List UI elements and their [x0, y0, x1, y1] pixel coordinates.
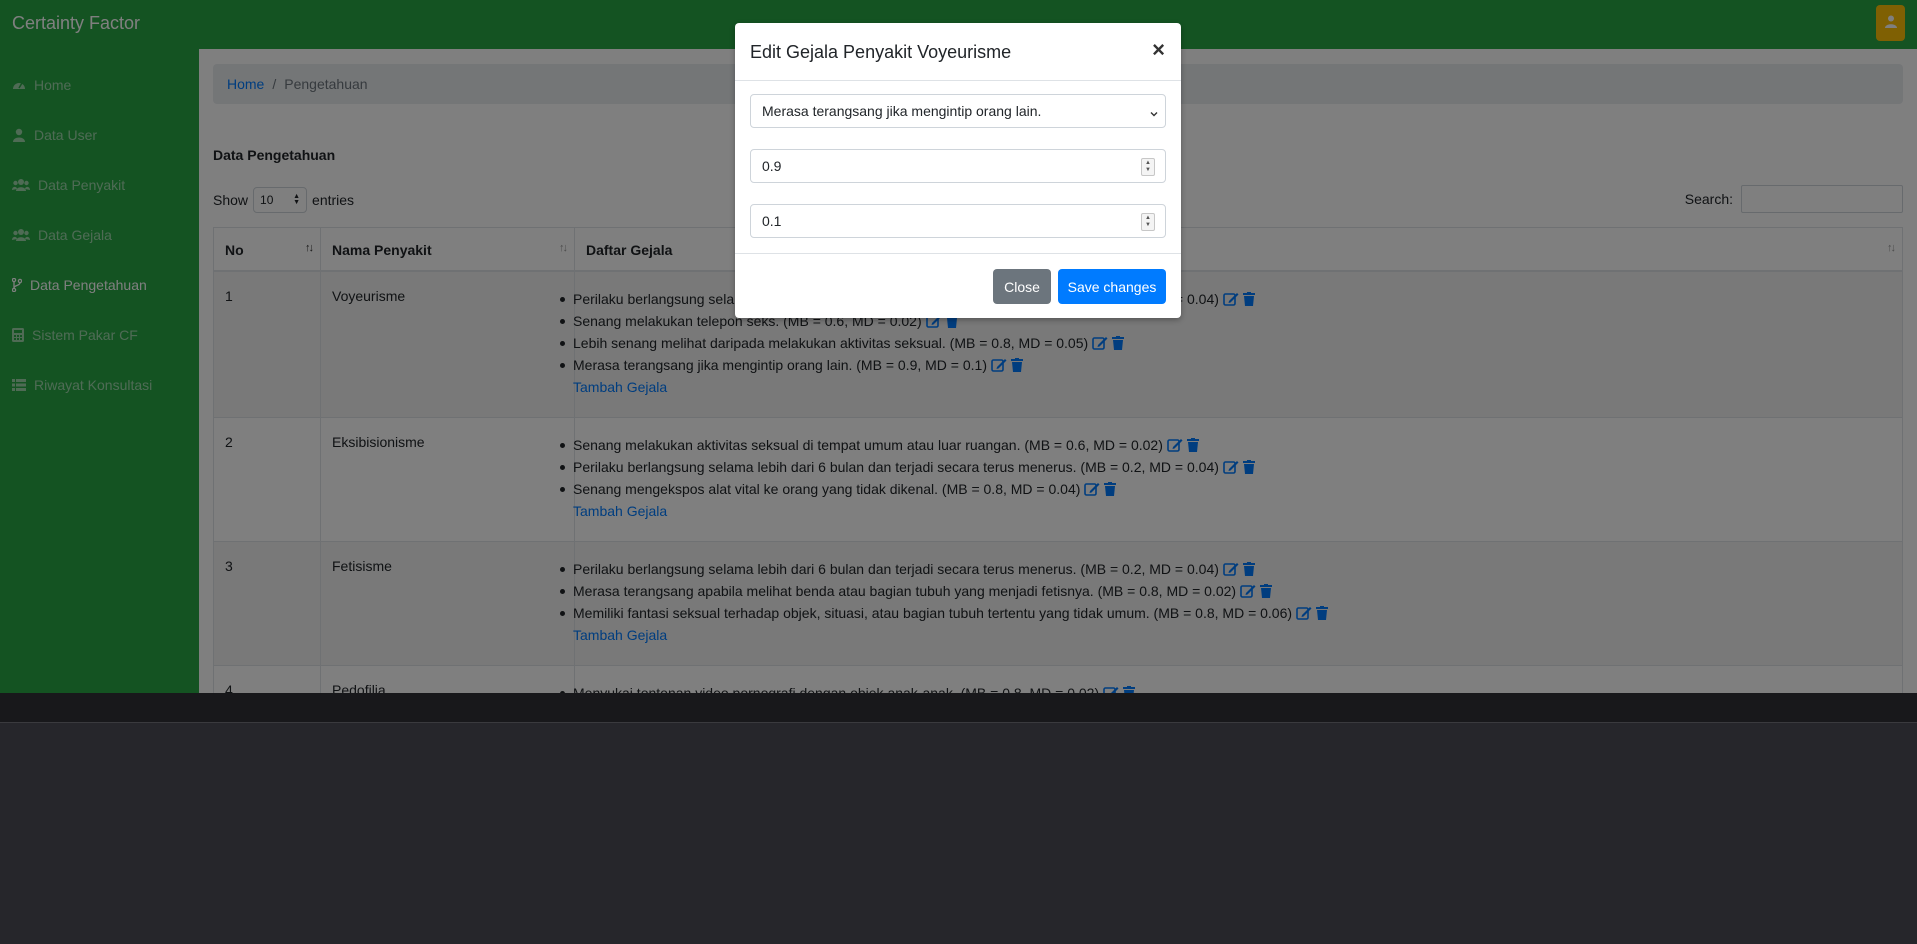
modal-title: Edit Gejala Penyakit Voyeurisme	[750, 42, 1012, 62]
bottom-panel-bar	[0, 693, 1917, 723]
chevron-down-icon	[1149, 106, 1159, 122]
modal-footer-divider	[735, 253, 1181, 255]
close-button[interactable]: Close	[993, 269, 1051, 304]
md-value: 0.1	[762, 213, 782, 229]
number-spinner-icon[interactable]: ▲ ▼	[1141, 158, 1155, 176]
gejala-select-value: Merasa terangsang jika mengintip orang l…	[762, 103, 1042, 119]
modal-header: Edit Gejala Penyakit Voyeurisme ×	[735, 23, 1181, 81]
close-icon[interactable]: ×	[1152, 37, 1165, 63]
edit-gejala-modal: Edit Gejala Penyakit Voyeurisme × Merasa…	[735, 23, 1181, 318]
mb-value: 0.9	[762, 158, 782, 174]
save-changes-button[interactable]: Save changes	[1058, 269, 1166, 304]
md-input[interactable]: 0.1 ▲ ▼	[750, 204, 1166, 238]
number-spinner-icon[interactable]: ▲ ▼	[1141, 213, 1155, 231]
mb-input[interactable]: 0.9 ▲ ▼	[750, 149, 1166, 183]
gejala-select[interactable]: Merasa terangsang jika mengintip orang l…	[750, 94, 1166, 128]
